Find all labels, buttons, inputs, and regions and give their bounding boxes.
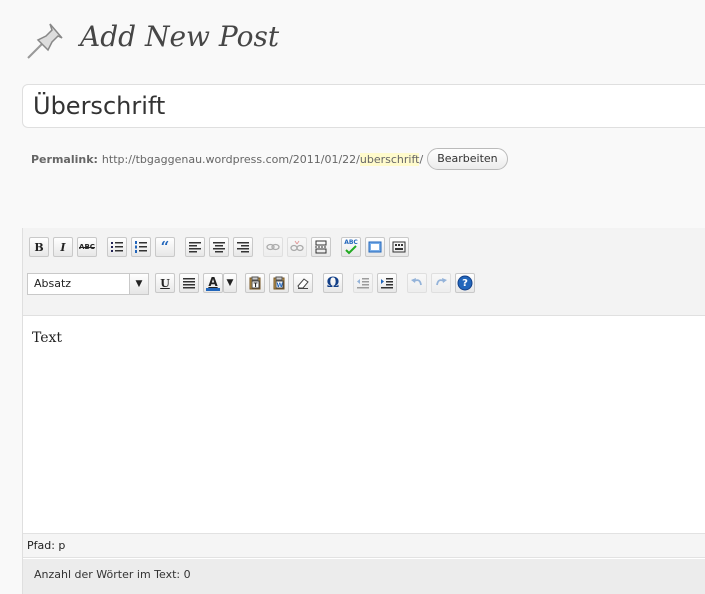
redo-icon[interactable] <box>431 273 451 293</box>
help-label: ? <box>462 277 468 289</box>
text-color-chevron-down-icon[interactable]: ▼ <box>223 273 237 293</box>
insert-link-icon[interactable] <box>263 237 283 257</box>
chevron-down-icon[interactable]: ▼ <box>129 273 149 295</box>
outdent-icon[interactable] <box>353 273 373 293</box>
permalink-row: Permalink: http://tbgaggenau.wordpress.c… <box>31 148 508 170</box>
text-color-bar <box>206 287 220 291</box>
paste-word-icon[interactable]: W <box>269 273 289 293</box>
title-field-wrap <box>22 84 705 128</box>
permalink-base-url: http://tbgaggenau.wordpress.com/2011/01/… <box>101 152 360 166</box>
bullet-list-icon[interactable] <box>107 237 127 257</box>
italic-button[interactable]: I <box>53 237 73 257</box>
underline-button[interactable]: U <box>155 273 175 293</box>
svg-text:W: W <box>277 282 284 289</box>
text-color-button[interactable]: A <box>203 273 223 293</box>
editor-content[interactable]: Text <box>32 330 62 346</box>
unlink-icon[interactable] <box>287 237 307 257</box>
page-title: Add New Post <box>80 20 280 53</box>
justify-icon[interactable] <box>179 273 199 293</box>
align-center-icon[interactable] <box>209 237 229 257</box>
paste-text-icon[interactable]: T <box>245 273 265 293</box>
undo-icon[interactable] <box>407 273 427 293</box>
editor-path-bar: Pfad: p <box>23 533 705 558</box>
blockquote-button[interactable]: “ <box>155 237 175 257</box>
align-right-icon[interactable] <box>233 237 253 257</box>
editor: B I ABC “ ABC Absatz ▼ U A ▼ T W Ω ? Tex… <box>22 228 705 594</box>
eraser-icon[interactable] <box>293 273 313 293</box>
permalink-trailing: / <box>419 152 424 166</box>
permalink-slug[interactable]: uberschrift <box>359 152 420 166</box>
indent-icon[interactable] <box>377 273 397 293</box>
insert-more-icon[interactable] <box>311 237 331 257</box>
permalink-label: Permalink: <box>31 152 98 166</box>
editor-toolbar: B I ABC “ ABC Absatz ▼ U A ▼ T W Ω ? <box>23 228 705 316</box>
special-char-button[interactable]: Ω <box>323 273 343 293</box>
fullscreen-icon[interactable] <box>365 237 385 257</box>
align-left-icon[interactable] <box>185 237 205 257</box>
help-button[interactable]: ? <box>455 273 475 293</box>
pushpin-icon <box>24 20 68 60</box>
page-header: Add New Post <box>22 16 705 66</box>
numbered-list-icon[interactable] <box>131 237 151 257</box>
post-title-input[interactable] <box>33 89 693 123</box>
spellcheck-button[interactable]: ABC <box>341 237 361 257</box>
bold-button[interactable]: B <box>29 237 49 257</box>
word-count: Anzahl der Wörter im Text: 0 <box>23 559 705 594</box>
text-color-label: A <box>208 274 218 289</box>
edit-permalink-button[interactable]: Bearbeiten <box>427 148 508 170</box>
kitchen-sink-icon[interactable] <box>389 237 409 257</box>
strikethrough-button[interactable]: ABC <box>77 237 97 257</box>
